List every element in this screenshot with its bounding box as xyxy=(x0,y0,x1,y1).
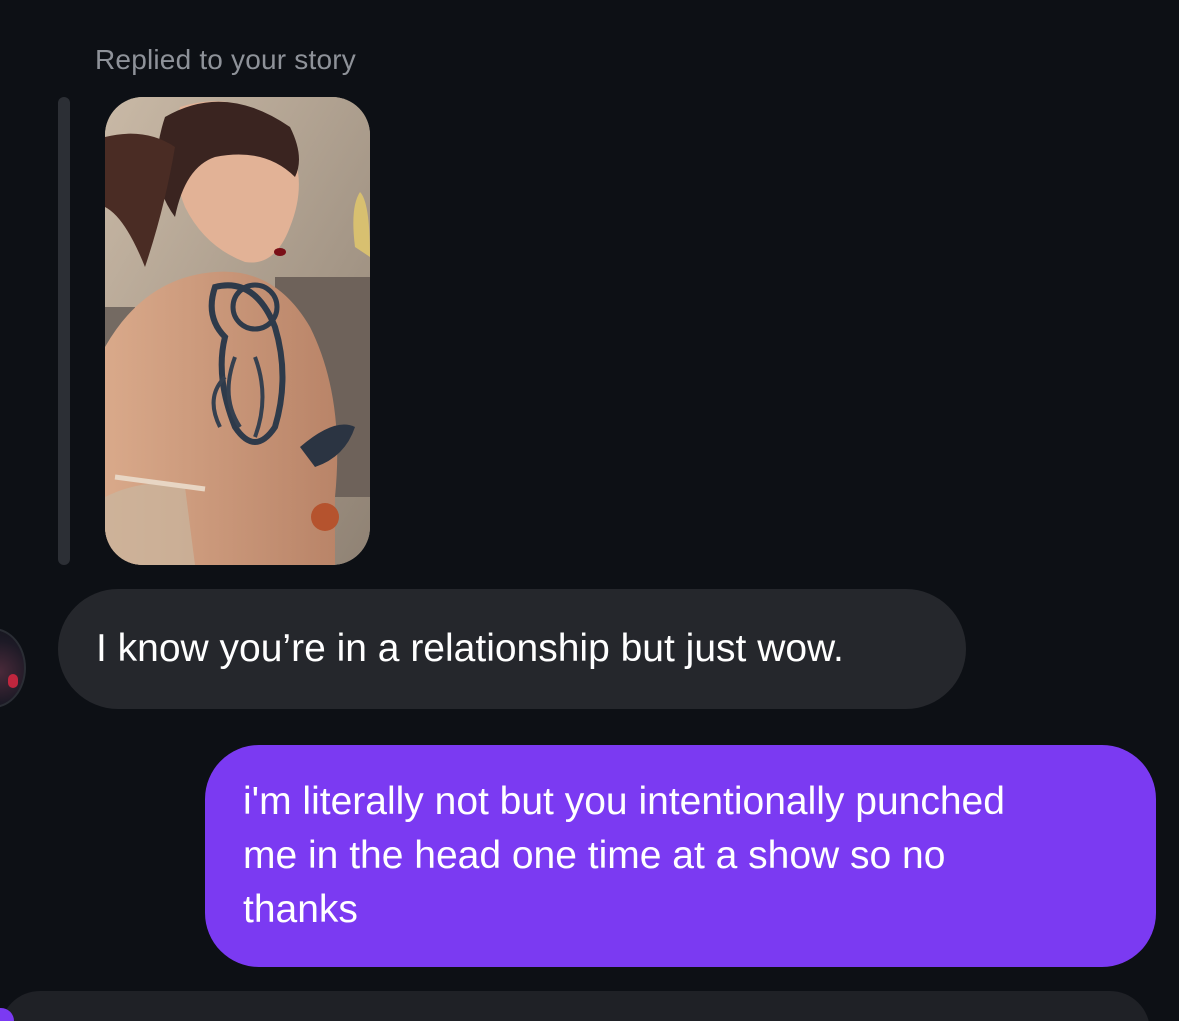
outgoing-message-line: i'm literally not but you intentionally … xyxy=(243,780,1005,823)
avatar-detail xyxy=(8,674,18,688)
incoming-message-text: I know you’re in a relationship but just… xyxy=(96,626,844,670)
reply-quote-bar xyxy=(58,97,70,565)
dm-conversation: Replied to your story I know you’re in a… xyxy=(0,0,1179,1021)
story-photo xyxy=(105,97,370,565)
incoming-message-bubble[interactable]: I know you’re in a relationship but just… xyxy=(58,589,966,709)
sender-avatar[interactable] xyxy=(0,628,26,708)
story-thumbnail[interactable] xyxy=(105,97,370,565)
outgoing-message-line: thanks xyxy=(243,888,358,931)
next-message-bubble-partial[interactable] xyxy=(0,991,1150,1021)
reply-context-label: Replied to your story xyxy=(95,44,356,75)
outgoing-message-bubble[interactable]: i'm literally not but you intentionally … xyxy=(205,745,1156,967)
outgoing-message-line: me in the head one time at a show so no xyxy=(243,834,946,877)
